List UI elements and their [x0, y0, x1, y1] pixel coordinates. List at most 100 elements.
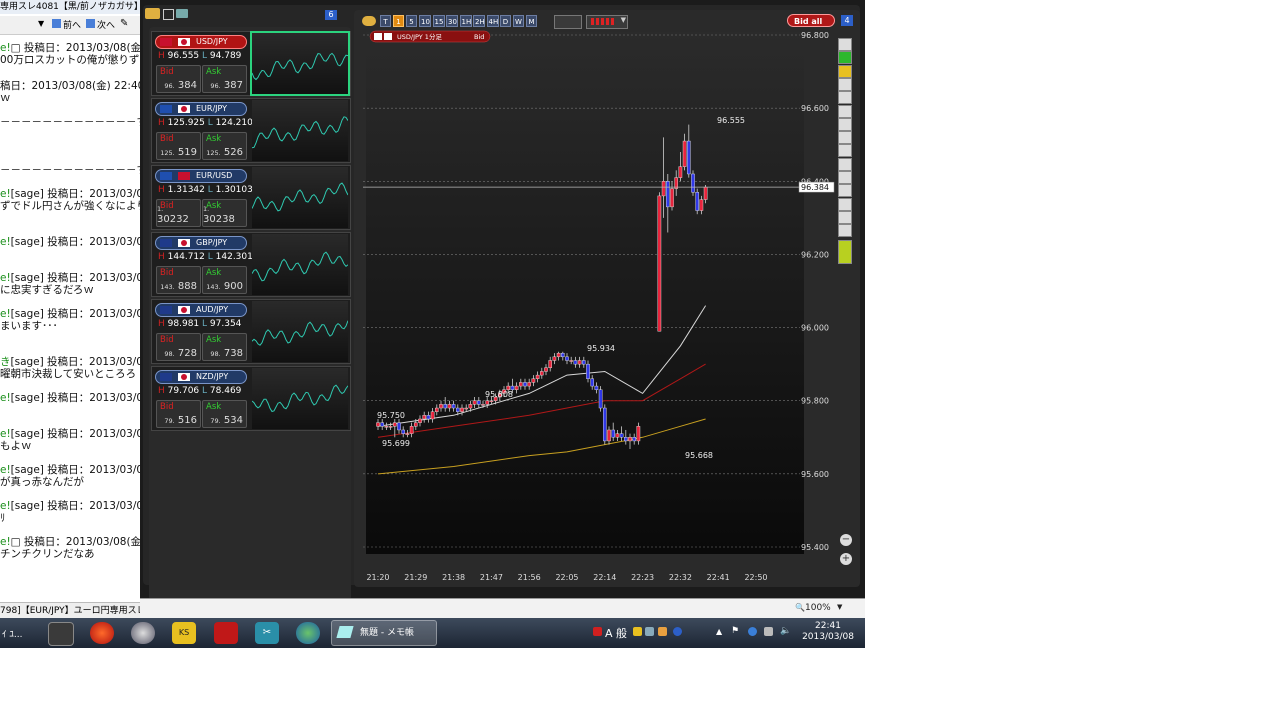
next-checkbox-icon[interactable] — [86, 19, 95, 28]
tray-icon-2[interactable] — [633, 627, 642, 636]
ask-button[interactable]: Ask 125. 526 — [202, 132, 247, 160]
pair-card[interactable]: GBP/JPY H 144.712 L 142.301 Bid 143. 888… — [151, 232, 351, 297]
trash-icon[interactable] — [838, 210, 852, 224]
timeframe-button[interactable]: T — [380, 15, 391, 27]
bid-button[interactable]: Bid 98. 728 — [156, 333, 201, 361]
tray-chevron-icon[interactable]: ▲ — [716, 627, 725, 636]
firefox-icon[interactable] — [90, 622, 114, 644]
folder-icon[interactable] — [145, 8, 160, 19]
select-icon[interactable] — [838, 77, 852, 91]
tray-icon-4[interactable] — [658, 627, 667, 636]
pair-sparkline[interactable] — [252, 100, 348, 161]
bid-button[interactable]: Bid 79. 516 — [156, 400, 201, 428]
ask-button[interactable]: Ask 98. 738 — [202, 333, 247, 361]
dropdown-icon[interactable]: ▼ — [38, 19, 44, 28]
bid-button[interactable]: Bid 96. 384 — [156, 65, 201, 93]
pair-sparkline[interactable] — [252, 167, 348, 228]
up-arrow-icon[interactable] — [838, 51, 852, 65]
lines-icon[interactable] — [838, 171, 852, 184]
timeframe-button[interactable]: 2H — [473, 15, 485, 27]
timeframe-button[interactable]: 15 — [432, 15, 445, 27]
pair-badge[interactable]: NZD/JPY — [155, 370, 247, 384]
prev-checkbox-icon[interactable] — [52, 19, 61, 28]
bid-all-button[interactable]: Bid all — [787, 14, 835, 27]
pair-card[interactable]: EUR/JPY H 125.925 L 124.210 Bid 125. 519… — [151, 98, 351, 163]
app-icon-5[interactable] — [214, 622, 238, 644]
hand-icon[interactable] — [838, 64, 852, 78]
pen-icon[interactable]: ✎ — [120, 18, 128, 29]
app-icon-1[interactable] — [48, 622, 74, 646]
tray-icon-3[interactable] — [645, 627, 654, 636]
scissors-icon[interactable]: ✂ — [255, 622, 279, 644]
zoom-level[interactable]: 100% — [805, 603, 831, 613]
trade-tool-icon[interactable] — [838, 239, 852, 264]
pair-sparkline[interactable] — [252, 301, 348, 362]
pair-sparkline[interactable] — [250, 31, 350, 96]
zoom-out-icon[interactable]: − — [840, 534, 852, 546]
pair-sparkline[interactable] — [252, 368, 348, 429]
taskbar-clock[interactable]: 22:41 2013/03/08 — [798, 621, 858, 643]
timeframe-button[interactable]: 4H — [486, 15, 499, 27]
app-icon-3[interactable] — [131, 622, 155, 644]
cursor-icon[interactable] — [838, 38, 852, 51]
vline-icon[interactable] — [838, 131, 852, 145]
hline-icon[interactable] — [838, 117, 852, 131]
text-icon[interactable] — [838, 91, 852, 105]
timeframe-button[interactable]: D — [500, 15, 511, 27]
bid-price-digits: 519 — [177, 147, 197, 158]
flag-icon[interactable]: ⚑ — [731, 627, 740, 636]
volume-icon[interactable]: 🔈 — [780, 627, 791, 636]
zoom-dropdown-icon[interactable]: ▼ — [837, 603, 842, 611]
pair-card[interactable]: AUD/JPY H 98.981 L 97.354 Bid 98. 728 As… — [151, 299, 351, 364]
bid-button[interactable]: Bid 125. 519 — [156, 132, 201, 160]
pair-badge[interactable]: GBP/JPY — [155, 236, 247, 250]
ks-icon[interactable]: KS — [172, 622, 196, 644]
channel-icon[interactable] — [838, 157, 852, 171]
ask-button[interactable]: Ask 79. 534 — [202, 400, 247, 428]
ime-indicator[interactable]: A 般 — [605, 625, 627, 641]
flags-icon[interactable] — [176, 9, 188, 18]
ask-button[interactable]: Ask 1. 30238 — [202, 199, 247, 227]
chart-plot-area[interactable] — [366, 32, 804, 554]
line-icon[interactable] — [838, 104, 852, 118]
timeframe-button[interactable]: 30 — [446, 15, 458, 27]
pair-card[interactable]: NZD/JPY H 79.706 L 78.469 Bid 79. 516 As… — [151, 366, 351, 431]
timeframe-button[interactable]: W — [513, 15, 524, 27]
bid-button[interactable]: Bid 143. 888 — [156, 266, 201, 294]
bid-button[interactable]: Bid 1. 30232 — [156, 199, 201, 227]
timeframe-button[interactable]: M — [526, 15, 537, 27]
pair-sparkline[interactable] — [252, 234, 348, 295]
ask-button[interactable]: Ask 143. 900 — [202, 266, 247, 294]
pair-card[interactable]: EUR/USD H 1.31342 L 1.30103 Bid 1. 30232… — [151, 165, 351, 230]
timeframe-button[interactable]: 1 — [393, 15, 404, 27]
prev-button[interactable]: 前へ — [63, 18, 81, 31]
thread-line-name[interactable]: e! — [0, 392, 11, 404]
pair-card[interactable]: USD/JPY H 96.555 L 94.789 Bid 96. 384 As… — [151, 31, 351, 96]
zoom-in-icon[interactable]: + — [840, 553, 852, 565]
chart-candle-type-dropdown[interactable]: ▼ — [586, 15, 628, 29]
next-button[interactable]: 次へ — [97, 18, 115, 31]
fib-icon[interactable] — [838, 144, 852, 158]
chart-pair-icon[interactable] — [362, 16, 376, 26]
pair-badge[interactable]: AUD/JPY — [155, 303, 247, 317]
timeframe-button[interactable]: 5 — [406, 15, 417, 27]
pen-icon[interactable] — [838, 197, 852, 211]
globe-icon[interactable] — [296, 622, 320, 644]
pair-badge[interactable]: EUR/JPY — [155, 102, 247, 116]
thread-line-name[interactable]: e! — [0, 236, 11, 248]
window-icon[interactable] — [163, 9, 174, 20]
taskbar-left-item[interactable]: ｲ ﾕ... — [2, 627, 22, 640]
settings-icon[interactable] — [838, 224, 852, 238]
timeframe-button[interactable]: 1H — [459, 15, 472, 27]
help-icon[interactable] — [673, 627, 682, 636]
timeframe-button[interactable]: 10 — [419, 15, 431, 27]
signal-icon[interactable] — [764, 627, 773, 636]
network-icon[interactable] — [748, 627, 757, 636]
pair-badge[interactable]: USD/JPY — [155, 35, 247, 49]
tray-icon-1[interactable] — [593, 627, 602, 636]
thread-viewer-window: 専用スレ4081【黒/前ノザカガサ】 ▼ 前へ 次へ ✎ e!□ 投稿日：201… — [0, 0, 141, 618]
pair-badge[interactable]: EUR/USD — [155, 169, 247, 183]
ask-button[interactable]: Ask 96. 387 — [202, 65, 247, 93]
pencil-icon[interactable] — [838, 184, 852, 198]
chart-line-type-icon[interactable] — [554, 15, 582, 29]
